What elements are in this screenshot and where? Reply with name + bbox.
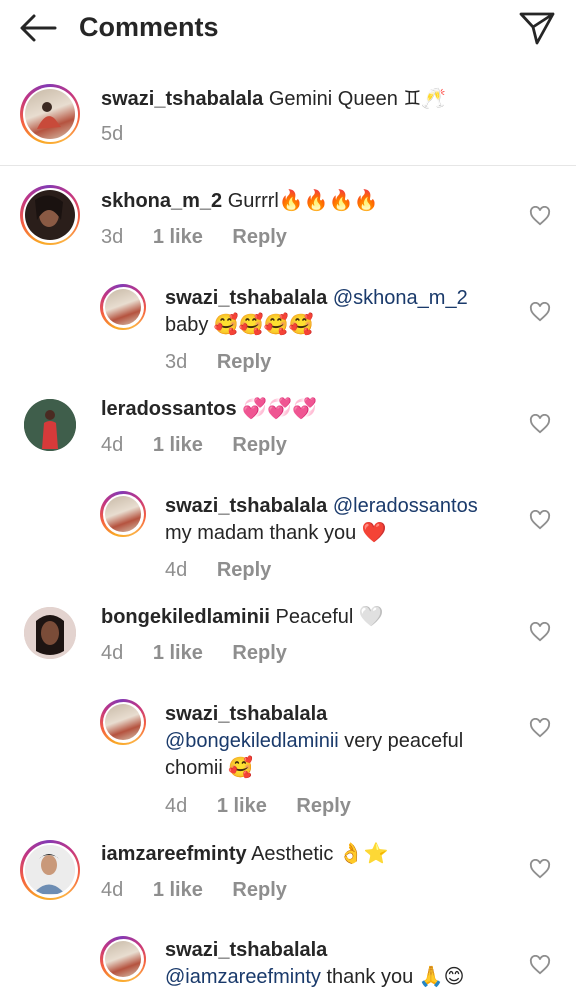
- comment-meta: 4d 1 like Reply: [165, 793, 351, 819]
- comment-meta: 3d 1 like Reply: [101, 224, 287, 250]
- avatar[interactable]: [100, 284, 146, 330]
- comment-username[interactable]: swazi_tshabalala: [165, 287, 327, 309]
- comment-username[interactable]: bongekiledlaminii: [101, 606, 270, 628]
- share-button[interactable]: [516, 8, 558, 48]
- comment-body: Aesthetic 👌⭐: [251, 843, 389, 865]
- comment-text: swazi_tshabalala @leradossantos my madam…: [165, 493, 515, 547]
- heart-outline-icon: [529, 622, 551, 642]
- comment-text: leradossantos 💞💞💞: [101, 396, 317, 423]
- comment-mention[interactable]: @iamzareefminty: [165, 966, 321, 988]
- heart-outline-icon: [529, 859, 551, 879]
- reply-button[interactable]: Reply: [232, 224, 286, 250]
- comment-text: swazi_tshabalala @iamzareefminty thank y…: [165, 937, 520, 991]
- comment-username[interactable]: leradossantos: [101, 398, 237, 420]
- comment-time: 3d: [101, 226, 124, 248]
- comment-body: thank you 🙏😊: [326, 966, 465, 988]
- heart-outline-icon: [529, 718, 551, 738]
- back-button[interactable]: [18, 8, 58, 48]
- comment-body: baby 🥰🥰🥰🥰: [165, 314, 314, 336]
- avatar[interactable]: [24, 607, 76, 659]
- comment-username[interactable]: skhona_m_2: [101, 190, 222, 212]
- caption-body: Gemini Queen ♊🥂: [268, 88, 447, 110]
- comment-meta: 4d 1 like Reply: [101, 640, 287, 666]
- comment-username[interactable]: swazi_tshabalala: [165, 495, 327, 517]
- like-button[interactable]: [527, 856, 553, 882]
- reply-button[interactable]: Reply: [296, 793, 350, 819]
- comment-text: bongekiledlaminii Peaceful 🤍: [101, 604, 384, 631]
- comment-mention[interactable]: @skhona_m_2: [333, 287, 468, 309]
- comment-username[interactable]: iamzareefminty: [101, 843, 247, 865]
- like-button[interactable]: [527, 715, 553, 741]
- avatar[interactable]: [24, 399, 76, 451]
- comment-likes[interactable]: 1 like: [217, 793, 267, 819]
- paper-plane-icon: [519, 12, 555, 45]
- comment-text: swazi_tshabalala @skhona_m_2 baby 🥰🥰🥰🥰: [165, 285, 515, 339]
- caption-time: 5d: [101, 123, 124, 145]
- reply-button[interactable]: Reply: [232, 432, 286, 458]
- reply-button[interactable]: Reply: [217, 557, 271, 583]
- avatar[interactable]: [20, 185, 80, 245]
- comment-time: 3d: [165, 351, 188, 373]
- comment-body: my madam thank you ❤️: [165, 522, 387, 544]
- heart-outline-icon: [529, 414, 551, 434]
- comment-meta: 4d 1 like Reply: [101, 432, 287, 458]
- comment-mention[interactable]: @leradossantos: [333, 495, 478, 517]
- comment-text: swazi_tshabalala @bongekiledlaminii very…: [165, 701, 520, 782]
- comment-username[interactable]: swazi_tshabalala: [165, 703, 327, 725]
- like-button[interactable]: [527, 619, 553, 645]
- page-title: Comments: [79, 12, 219, 42]
- heart-outline-icon: [529, 206, 551, 226]
- caption-text: swazi_tshabalala Gemini Queen ♊🥂: [101, 86, 446, 113]
- comment-likes[interactable]: 1 like: [153, 640, 203, 666]
- comment-username[interactable]: swazi_tshabalala: [165, 939, 327, 961]
- heart-outline-icon: [529, 302, 551, 322]
- comment-mention[interactable]: @bongekiledlaminii: [165, 730, 339, 752]
- comment-time: 4d: [165, 795, 188, 817]
- comment-body: 💞💞💞: [242, 398, 317, 420]
- like-button[interactable]: [527, 952, 553, 978]
- back-arrow-icon: [20, 14, 57, 42]
- comment-time: 4d: [101, 879, 124, 901]
- caption-meta: 5d: [101, 121, 123, 147]
- avatar[interactable]: [20, 840, 80, 900]
- avatar[interactable]: [100, 936, 146, 982]
- avatar[interactable]: [100, 699, 146, 745]
- like-button[interactable]: [527, 203, 553, 229]
- comment-meta: 4d 1 like Reply: [101, 877, 287, 903]
- comment-text: skhona_m_2 Gurrrl🔥🔥🔥🔥: [101, 188, 378, 215]
- comment-likes[interactable]: 1 like: [153, 432, 203, 458]
- heart-outline-icon: [529, 955, 551, 975]
- post-caption: swazi_tshabalala Gemini Queen ♊🥂 5d: [0, 70, 576, 166]
- heart-outline-icon: [529, 510, 551, 530]
- comment-body: Gurrrl🔥🔥🔥🔥: [227, 190, 379, 212]
- reply-button[interactable]: Reply: [217, 349, 271, 375]
- comment-likes[interactable]: 1 like: [153, 877, 203, 903]
- avatar[interactable]: [20, 84, 80, 144]
- comment-time: 4d: [165, 559, 188, 581]
- like-button[interactable]: [527, 411, 553, 437]
- like-button[interactable]: [527, 507, 553, 533]
- reply-button[interactable]: Reply: [232, 877, 286, 903]
- reply-button[interactable]: Reply: [232, 640, 286, 666]
- avatar[interactable]: [100, 491, 146, 537]
- comment-text: iamzareefminty Aesthetic 👌⭐: [101, 841, 389, 868]
- comment-meta: 4d Reply: [165, 557, 271, 583]
- comment-time: 4d: [101, 434, 124, 456]
- comment-likes[interactable]: 1 like: [153, 224, 203, 250]
- top-bar: Comments: [0, 0, 576, 56]
- comment-time: 4d: [101, 642, 124, 664]
- comment-body: Peaceful 🤍: [275, 606, 384, 628]
- caption-username[interactable]: swazi_tshabalala: [101, 88, 263, 110]
- like-button[interactable]: [527, 299, 553, 325]
- comment-meta: 3d Reply: [165, 349, 271, 375]
